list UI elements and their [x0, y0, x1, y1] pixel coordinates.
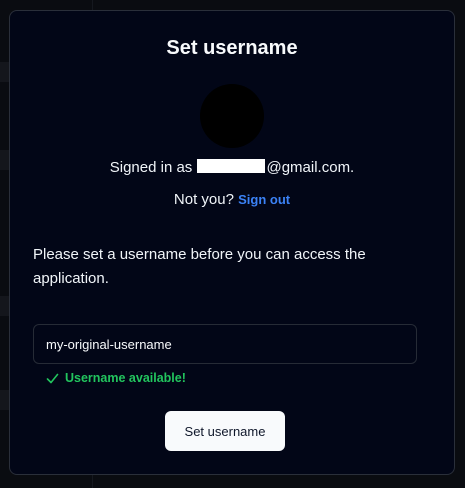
not-you-label: Not you?: [173, 191, 234, 208]
sign-out-link[interactable]: Sign out: [238, 192, 290, 207]
set-username-dialog: Set username Signed in as @gmail.com. No…: [9, 10, 455, 475]
not-you-row: Not you? Sign out: [10, 191, 454, 208]
dialog-title: Set username: [166, 37, 298, 59]
avatar: [200, 84, 264, 148]
check-icon: [46, 373, 59, 383]
set-username-button[interactable]: Set username: [165, 411, 285, 451]
username-input[interactable]: [33, 324, 417, 364]
availability-status: Username available!: [46, 371, 186, 385]
redacted-email: [197, 159, 266, 173]
availability-message: Username available!: [65, 371, 186, 385]
instruction-text: Please set a username before you can acc…: [33, 246, 366, 287]
signed-in-prefix: Signed in as: [109, 159, 193, 176]
signed-in-text: Signed in as @gmail.com.: [10, 159, 454, 176]
signed-in-suffix: @gmail.com.: [266, 159, 355, 176]
